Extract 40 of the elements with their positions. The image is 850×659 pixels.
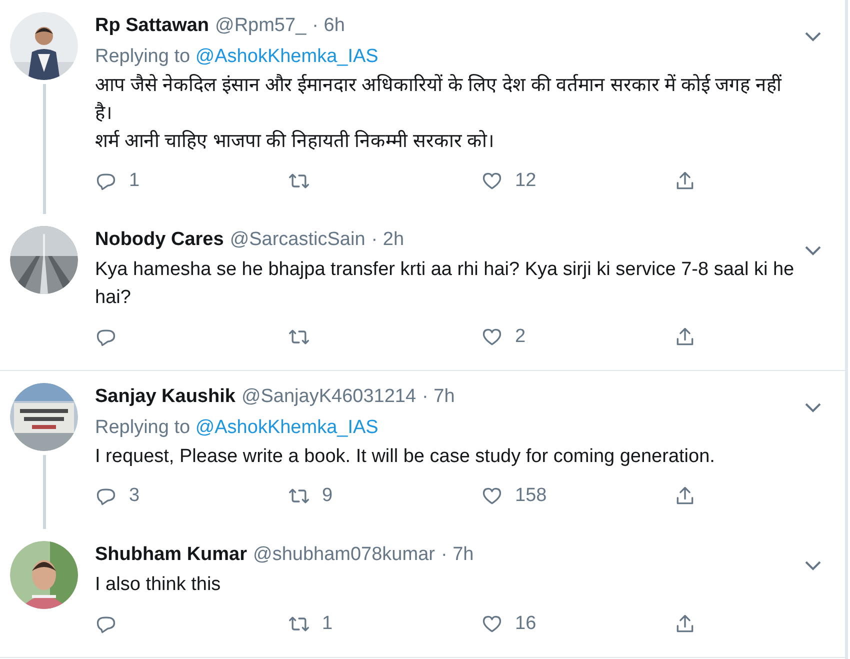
chevron-down-icon[interactable]	[803, 559, 823, 573]
user-name[interactable]: Sanjay Kaushik	[95, 383, 236, 411]
user-name[interactable]: Shubham Kumar	[95, 541, 248, 569]
user-name[interactable]: Nobody Cares	[95, 226, 224, 254]
retweet-count: 1	[322, 613, 333, 635]
chevron-down-icon[interactable]	[803, 244, 823, 258]
user-handle[interactable]: @Rpm57_	[215, 12, 306, 40]
share-icon[interactable]	[674, 170, 696, 192]
like-count: 12	[515, 170, 536, 192]
tweet-text: आप जैसे नेकदिल इंसान और ईमानदार अधिकारियों के लिए देश की वर्तमान सरकार में कोई जगह नहीं है। शर्म आनी चाहिए भाजपा की निहायती निकम्मी सरकार को।	[95, 73, 783, 154]
user-handle[interactable]: @shubham078kumar	[253, 541, 435, 569]
tweet-time[interactable]: · 7h	[422, 383, 455, 411]
tweet-time[interactable]: · 2h	[371, 226, 404, 254]
heart-icon[interactable]	[481, 326, 503, 348]
replying-label: Replying to	[95, 46, 190, 67]
heart-icon[interactable]	[481, 485, 503, 507]
heart-icon[interactable]	[481, 170, 503, 192]
mention-link[interactable]: @AshokKhemka_IAS	[195, 46, 378, 67]
tweet-text: I request, Please write a book. It will be case study for coming generation.	[95, 445, 716, 469]
share-icon[interactable]	[674, 485, 696, 507]
like-count: 158	[515, 485, 547, 507]
like-count: 16	[515, 613, 536, 635]
chevron-down-icon[interactable]	[803, 30, 823, 44]
heart-icon[interactable]	[481, 613, 503, 635]
user-handle[interactable]: @SanjayK46031214	[241, 383, 416, 411]
reply-count: 3	[129, 485, 140, 507]
chevron-down-icon[interactable]	[803, 401, 823, 415]
replying-label: Replying to	[95, 417, 190, 438]
mention-link[interactable]: @AshokKhemka_IAS	[195, 417, 378, 438]
user-name[interactable]: Rp Sattawan	[95, 12, 210, 40]
reply-count: 1	[129, 170, 140, 192]
share-icon[interactable]	[674, 613, 696, 635]
retweet-count: 9	[322, 485, 333, 507]
tweet-text: I also think this	[95, 573, 222, 597]
like-count: 2	[515, 326, 526, 348]
user-handle[interactable]: @SarcasticSain	[230, 226, 366, 254]
tweet-text: Kya hamesha se he bhajpa transfer krti aa rhi hai? Kya sirji ki service 7-8 saal ki he hai?	[95, 258, 795, 310]
tweet-time[interactable]: · 6h	[312, 12, 345, 40]
share-icon[interactable]	[674, 326, 696, 348]
tweet-time[interactable]: · 7h	[440, 541, 474, 569]
